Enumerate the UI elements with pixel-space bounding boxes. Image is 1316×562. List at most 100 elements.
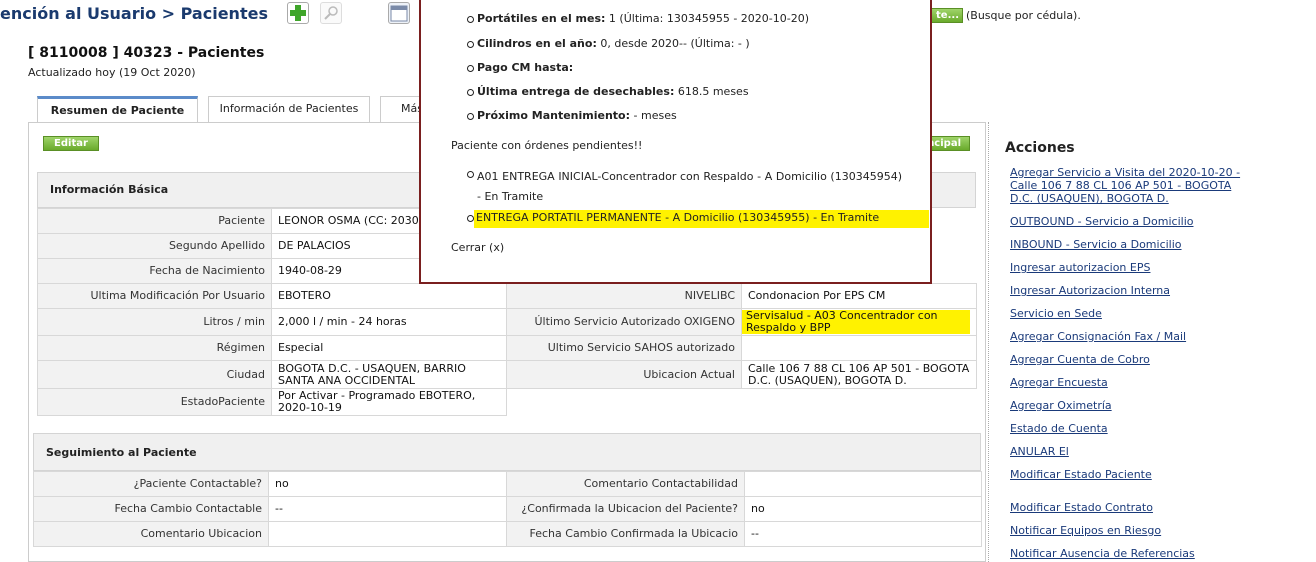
action-link[interactable]: ANULAR El [1010, 445, 1250, 458]
row-label: Régimen [37, 335, 272, 361]
row-label: Paciente [37, 208, 272, 234]
detail-label: Próximo Mantenimiento: [477, 109, 631, 122]
row-label: Fecha de Nacimiento [37, 258, 272, 284]
row-value: Calle 106 7 88 CL 106 AP 501 - BOGOTA D.… [741, 360, 977, 389]
row-label: Ubicacion Actual [506, 360, 742, 389]
action-link[interactable]: Agregar Cuenta de Cobro [1010, 353, 1250, 366]
pending-title: Paciente con órdenes pendientes!! [451, 139, 643, 152]
table-row: Ubicacion Actual Calle 106 7 88 CL 106 AP… [506, 360, 977, 389]
action-link[interactable]: Notificar Equipos en Riesgo [1010, 524, 1250, 537]
bullet-icon [467, 113, 474, 120]
detail-value: 0, desde 2020-- (Última: - ) [600, 37, 750, 50]
action-link[interactable]: INBOUND - Servicio a Domicilio [1010, 238, 1250, 251]
row-label: Ciudad [37, 360, 272, 389]
row-value: Condonacion Por EPS CM [741, 283, 977, 309]
row-label: ¿Paciente Contactable? [33, 471, 269, 497]
action-link[interactable]: Estado de Cuenta [1010, 422, 1250, 435]
basic-info-right-table: NIVELIBC Condonacion Por EPS CM Último Se… [506, 283, 977, 389]
action-link[interactable]: Ingresar Autorizacion Interna [1010, 284, 1250, 297]
page-title: ención al Usuario > Pacientes [0, 4, 268, 23]
row-label: Ultimo Servicio SAHOS autorizado [506, 335, 742, 361]
row-value [741, 335, 977, 361]
detail-value: 1 (Última: 130345955 - 2020-10-20) [608, 12, 810, 25]
action-link[interactable]: OUTBOUND - Servicio a Domicilio [1010, 215, 1250, 228]
row-label: NIVELIBC [506, 283, 742, 309]
table-row: EstadoPaciente Por Activar - Programado E… [37, 388, 507, 416]
table-row: Ciudad BOGOTA D.C. - USAQUEN, BARRIO SANT… [37, 360, 507, 389]
row-value: no [268, 471, 507, 497]
detail-label: Pago CM hasta: [477, 61, 574, 74]
bullet-icon [467, 41, 474, 48]
search-hint: (Busque por cédula). [966, 9, 1081, 22]
row-value: -- [744, 521, 982, 547]
detail-item: Pago CM hasta: [477, 61, 573, 74]
detail-value: - meses [633, 109, 677, 122]
row-label: ¿Confirmada la Ubicacion del Paciente? [506, 496, 745, 522]
row-value: Por Activar - Programado EBOTERO, 2020-1… [271, 388, 507, 416]
bullet-icon [467, 171, 474, 178]
table-row: Litros / min 2,000 l / min - 24 horas [37, 308, 507, 336]
search-icon[interactable] [320, 2, 342, 24]
row-label: Comentario Ubicacion [33, 521, 269, 547]
order-item[interactable]: A01 ENTREGA INICIAL-Concentrador con Res… [477, 167, 902, 207]
action-link[interactable]: Agregar Consignación Fax / Mail [1010, 330, 1250, 343]
close-link[interactable]: Cerrar (x) [451, 241, 504, 254]
table-row: Fecha Cambio Contactable -- ¿Confirmada la… [33, 496, 982, 522]
pending-orders-popup: Portátiles en el mes: 1 (Última: 1303459… [419, 0, 932, 284]
row-value [268, 521, 507, 547]
detail-item: Próximo Mantenimiento: - meses [477, 109, 677, 122]
bullet-icon [467, 89, 474, 96]
row-value: 2,000 l / min - 24 horas [271, 308, 507, 336]
search-button[interactable]: te... [930, 8, 963, 23]
order-item-highlighted[interactable]: ENTREGA PORTATIL PERMANENTE - A Domicili… [474, 210, 929, 228]
detail-label: Portátiles en el mes: [477, 12, 606, 25]
tab-informacion[interactable]: Información de Pacientes [208, 96, 370, 122]
bullet-icon [467, 215, 474, 222]
action-link[interactable]: Agregar Encuesta [1010, 376, 1250, 389]
add-icon[interactable] [287, 2, 309, 24]
action-link[interactable]: Ingresar autorizacion EPS [1010, 261, 1250, 274]
patient-title: [ 8110008 ] 40323 - Pacientes [28, 45, 265, 61]
row-value: Especial [271, 335, 507, 361]
action-link[interactable]: Agregar Servicio a Visita del 2020-10-20… [1010, 166, 1250, 205]
detail-item: Cilindros en el año: 0, desde 2020-- (Úl… [477, 37, 750, 50]
row-label: Fecha Cambio Contactable [33, 496, 269, 522]
highlighted-value: Servisalud - A03 Concentrador con Respal… [742, 310, 970, 334]
table-row: Comentario Ubicacion Fecha Cambio Confirm… [33, 521, 982, 547]
edit-button[interactable]: Editar [43, 136, 99, 151]
row-label: Litros / min [37, 308, 272, 336]
row-label: Segundo Apellido [37, 233, 272, 259]
action-link[interactable]: Agregar Oximetría [1010, 399, 1250, 412]
patient-updated: Actualizado hoy (19 Oct 2020) [28, 66, 196, 79]
row-value: BOGOTA D.C. - USAQUEN, BARRIO SANTA ANA … [271, 360, 507, 389]
table-row: Régimen Especial [37, 335, 507, 361]
followup-header: Seguimiento al Paciente [33, 433, 981, 471]
row-value: -- [268, 496, 507, 522]
actions-title: Acciones [1005, 140, 1075, 156]
tab-resumen[interactable]: Resumen de Paciente [37, 96, 198, 122]
followup-table: ¿Paciente Contactable? no Comentario Conta… [33, 471, 982, 547]
row-label: Último Servicio Autorizado OXIGENO [506, 308, 742, 336]
table-row: Último Servicio Autorizado OXIGENO Servis… [506, 308, 977, 336]
row-value: Servisalud - A03 Concentrador con Respal… [741, 308, 977, 336]
followup-title: Seguimiento al Paciente [46, 446, 197, 459]
table-row: NIVELIBC Condonacion Por EPS CM [506, 283, 977, 309]
row-label: EstadoPaciente [37, 388, 272, 416]
basic-info-title: Información Básica [50, 183, 169, 196]
calendar-icon[interactable] [388, 2, 410, 24]
action-link[interactable]: Notificar Ausencia de Referencias [1010, 547, 1250, 560]
action-link[interactable]: Modificar Estado Contrato [1010, 501, 1250, 514]
detail-item: Portátiles en el mes: 1 (Última: 1303459… [477, 12, 809, 25]
table-row: Ultimo Servicio SAHOS autorizado [506, 335, 977, 361]
bullet-icon [467, 65, 474, 72]
detail-value: 618.5 meses [677, 85, 749, 98]
table-row: Ultima Modificación Por Usuario EBOTERO [37, 283, 507, 309]
table-row: ¿Paciente Contactable? no Comentario Conta… [33, 471, 982, 497]
row-value [744, 471, 982, 497]
row-label: Fecha Cambio Confirmada la Ubicacio [506, 521, 745, 547]
row-label: Ultima Modificación Por Usuario [37, 283, 272, 309]
row-value: EBOTERO [271, 283, 507, 309]
detail-item: Última entrega de desechables: 618.5 mes… [477, 85, 749, 98]
action-link[interactable]: Modificar Estado Paciente [1010, 468, 1250, 481]
action-link[interactable]: Servicio en Sede [1010, 307, 1250, 320]
